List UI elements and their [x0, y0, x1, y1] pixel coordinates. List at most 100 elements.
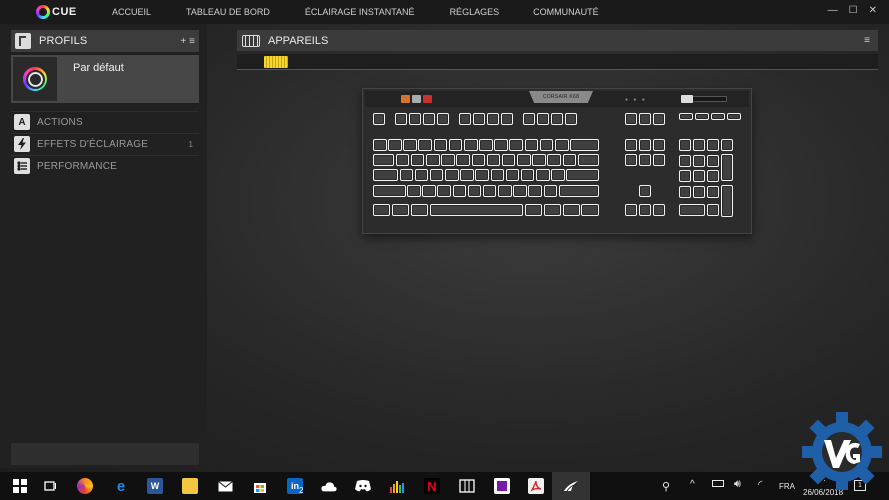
keyboard-key[interactable]: [407, 185, 421, 198]
nav-settings[interactable]: RÉGLAGES: [450, 7, 500, 17]
keyboard-key[interactable]: [429, 169, 444, 182]
key-numpad[interactable]: [693, 139, 706, 152]
keyboard-key[interactable]: [562, 154, 577, 167]
keyboard-key[interactable]: [532, 154, 546, 167]
key-function[interactable]: [409, 113, 422, 126]
keyboard-key[interactable]: [566, 169, 599, 182]
menu-lighting-effects[interactable]: EFFETS D'ÉCLAIRAGE 1: [11, 133, 199, 154]
keyboard-key[interactable]: [414, 169, 429, 182]
show-hidden-icons-icon[interactable]: ^: [690, 479, 695, 490]
task-view-icon[interactable]: [42, 478, 58, 494]
keyboard-key[interactable]: [562, 204, 580, 217]
keyboard-key[interactable]: [554, 139, 569, 152]
profile-led-1[interactable]: [401, 95, 410, 103]
keyboard-key[interactable]: [452, 185, 467, 198]
keyboard-key[interactable]: [426, 154, 440, 167]
file-explorer-icon[interactable]: [182, 478, 198, 494]
key-arrow-up[interactable]: [639, 185, 652, 198]
keyboard-key[interactable]: [482, 185, 497, 198]
keyboard-key[interactable]: [471, 154, 486, 167]
minimize-button[interactable]: —: [828, 5, 838, 17]
key-esc[interactable]: [373, 113, 386, 126]
keyboard-key[interactable]: [539, 139, 554, 152]
key-function[interactable]: [523, 113, 536, 126]
maximize-button[interactable]: ☐: [849, 5, 858, 17]
onedrive-icon[interactable]: [321, 478, 337, 494]
add-profile-button[interactable]: +: [180, 36, 186, 47]
keyboard-key[interactable]: [429, 204, 524, 217]
word-icon[interactable]: W: [147, 478, 163, 494]
keyboard-key[interactable]: [543, 185, 558, 198]
key-numpad[interactable]: [693, 154, 706, 167]
keyboard-key[interactable]: [373, 169, 398, 182]
key-function[interactable]: [551, 113, 564, 126]
key-function[interactable]: [459, 113, 472, 126]
profiles-menu-icon[interactable]: ≡: [189, 36, 195, 47]
key-nav[interactable]: [639, 154, 652, 167]
discord-icon[interactable]: [355, 478, 371, 494]
key-function[interactable]: [565, 113, 578, 126]
keyboard-key[interactable]: [373, 139, 387, 152]
keyboard-key[interactable]: [437, 185, 451, 198]
keyboard-key[interactable]: [391, 204, 410, 217]
key-numpad[interactable]: [679, 154, 692, 167]
mute-button[interactable]: [681, 95, 693, 103]
corsair-icue-icon[interactable]: [563, 478, 579, 494]
key-nav[interactable]: [625, 139, 638, 152]
keyboard-key[interactable]: [418, 139, 433, 152]
menu-actions[interactable]: A ACTIONS: [11, 111, 199, 132]
keyboard-key[interactable]: [520, 169, 535, 182]
battery-icon[interactable]: [712, 480, 724, 487]
keyboard-key[interactable]: [505, 169, 520, 182]
keyboard-key[interactable]: [558, 185, 599, 198]
close-button[interactable]: ✕: [869, 5, 877, 17]
profile-led-3[interactable]: [423, 95, 432, 103]
keyboard-key[interactable]: [448, 139, 463, 152]
keyboard-key[interactable]: [498, 185, 512, 198]
key-numpad-enter[interactable]: [721, 185, 734, 217]
keyboard-key[interactable]: [422, 185, 436, 198]
key-function[interactable]: [473, 113, 486, 126]
key-numpad[interactable]: [679, 185, 692, 198]
keyboard-preview[interactable]: CORSAIR K68 ● ● ●: [362, 88, 752, 234]
keyboard-key[interactable]: [373, 204, 391, 217]
key-numpad[interactable]: [707, 204, 720, 217]
key-function[interactable]: [395, 113, 408, 126]
key-nav[interactable]: [625, 154, 638, 167]
key-nav[interactable]: [653, 139, 666, 152]
keyboard-key[interactable]: [551, 169, 565, 182]
keyboard-key[interactable]: [456, 154, 470, 167]
key-media[interactable]: [695, 113, 709, 120]
keyboard-key[interactable]: [524, 204, 542, 217]
nav-instant-lighting[interactable]: ÉCLAIRAGE INSTANTANÉ: [305, 7, 415, 17]
key-arrow[interactable]: [625, 204, 638, 217]
devices-menu-icon[interactable]: ≡: [864, 35, 870, 46]
keyboard-key[interactable]: [581, 204, 599, 217]
keyboard-key[interactable]: [373, 154, 395, 167]
profile-card-default[interactable]: Par défaut: [11, 55, 199, 103]
keyboard-key[interactable]: [388, 139, 402, 152]
key-nav[interactable]: [625, 113, 638, 126]
store-icon[interactable]: [252, 478, 268, 494]
keyboard-key[interactable]: [536, 169, 550, 182]
key-media[interactable]: [711, 113, 725, 120]
keyboard-key[interactable]: [403, 139, 417, 152]
key-function[interactable]: [501, 113, 514, 126]
windows-start-icon[interactable]: [12, 478, 28, 494]
keyboard-key[interactable]: [460, 169, 474, 182]
keyboard-key[interactable]: [490, 169, 505, 182]
mail-icon[interactable]: [217, 478, 233, 494]
keyboard-key[interactable]: [410, 204, 429, 217]
keyboard-key[interactable]: [528, 185, 542, 198]
keyboard-key[interactable]: [433, 139, 448, 152]
key-arrow[interactable]: [639, 204, 652, 217]
key-numpad[interactable]: [721, 139, 734, 152]
acrobat-icon[interactable]: [528, 478, 544, 494]
key-numpad-plus[interactable]: [721, 154, 734, 181]
key-function[interactable]: [437, 113, 450, 126]
language-indicator[interactable]: FRA: [779, 482, 795, 491]
keyboard-key[interactable]: [570, 139, 599, 152]
firefox-icon[interactable]: [77, 478, 93, 494]
nav-home[interactable]: ACCUEIL: [112, 7, 151, 17]
keyboard-key[interactable]: [399, 169, 414, 182]
